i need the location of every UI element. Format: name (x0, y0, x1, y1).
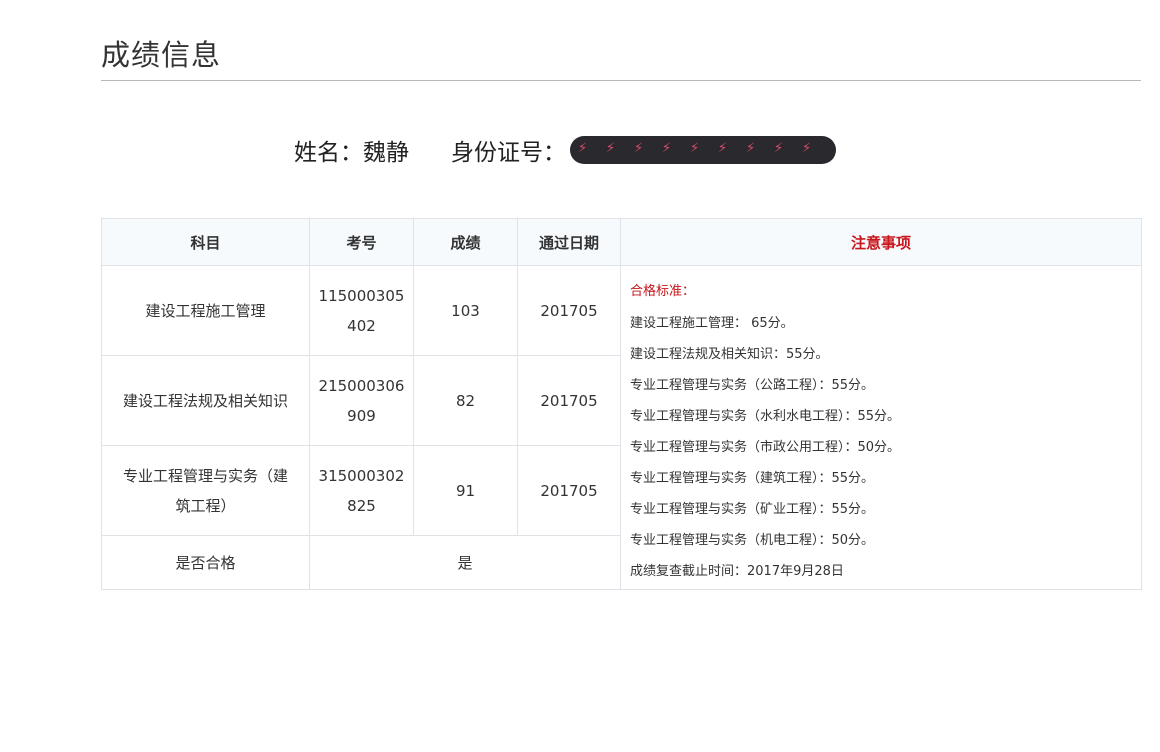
exam-number-part: 825 (347, 496, 376, 515)
id-number-redaction: ⚡ ⚡ ⚡ ⚡ ⚡ ⚡ ⚡ ⚡ ⚡ (570, 136, 836, 164)
note-line: 专业工程管理与实务（公路工程）：55分。 (630, 378, 875, 393)
pass-status-label: 是否合格 (101, 535, 310, 590)
title-divider (101, 80, 1141, 81)
cell-pass-date: 201705 (517, 265, 621, 356)
exam-number-part: 402 (347, 316, 376, 335)
cell-score: 103 (413, 265, 518, 356)
notice-cell: 合格标准： 建设工程施工管理： 65分。 建设工程法规及相关知识：55分。 专业… (620, 265, 1142, 590)
note-line: 专业工程管理与实务（水利水电工程）：55分。 (630, 409, 901, 424)
exam-number-part: 115000305 (318, 286, 405, 305)
cell-pass-date: 201705 (517, 445, 621, 536)
cell-exam-number: 315000302 825 (309, 445, 414, 536)
table-header-row: 科目 考号 成绩 通过日期 注意事项 (101, 218, 1142, 266)
header-notice: 注意事项 (620, 218, 1142, 266)
cell-exam-number: 215000306 909 (309, 355, 414, 446)
pass-standard-title: 合格标准： (630, 284, 696, 299)
header-score: 成绩 (413, 218, 518, 266)
score-info-page: 成绩信息 姓名： 魏静 身份证号： ⚡ ⚡ ⚡ ⚡ ⚡ ⚡ ⚡ ⚡ ⚡ 科目 考号 成绩 通过日… (0, 0, 1160, 752)
identity-line: 姓名： 魏静 身份证号： ⚡ ⚡ ⚡ ⚡ ⚡ ⚡ ⚡ ⚡ ⚡ (0, 130, 1160, 170)
page-title: 成绩信息 (101, 38, 222, 72)
cell-pass-date: 201705 (517, 355, 621, 446)
review-deadline: 成绩复查截止时间：2017年9月28日 (630, 564, 844, 579)
table-row: 建设工程施工管理 115000305 402 103 201705 合格标准： 建… (101, 265, 1142, 590)
cell-subject: 建设工程法规及相关知识 (101, 355, 310, 446)
note-line: 专业工程管理与实务（市政公用工程）：50分。 (630, 440, 901, 455)
cell-subject: 建设工程施工管理 (101, 265, 310, 356)
note-line: 建设工程法规及相关知识：55分。 (630, 347, 829, 362)
note-line: 专业工程管理与实务（矿业工程）：55分。 (630, 502, 875, 517)
cell-exam-number: 115000305 402 (309, 265, 414, 356)
id-number-label: 身份证号： (451, 140, 566, 166)
cell-score: 91 (413, 445, 518, 536)
note-line: 建设工程施工管理： 65分。 (630, 316, 794, 331)
note-line: 专业工程管理与实务（建筑工程）：55分。 (630, 471, 875, 486)
note-line: 专业工程管理与实务（机电工程）：50分。 (630, 533, 875, 548)
subject-part: 专业工程管理与实务（建 (122, 466, 288, 485)
subject-part: 筑工程） (175, 496, 236, 515)
exam-number-part: 315000302 (318, 466, 405, 485)
exam-number-part: 215000306 (318, 376, 405, 395)
pass-status-value: 是 (309, 535, 621, 590)
name-label: 姓名： (294, 140, 363, 166)
exam-number-part: 909 (347, 406, 376, 425)
cell-score: 82 (413, 355, 518, 446)
header-exam-number: 考号 (309, 218, 414, 266)
name-value: 魏静 (363, 140, 409, 166)
header-pass-date: 通过日期 (517, 218, 621, 266)
score-table: 科目 考号 成绩 通过日期 注意事项 建设工程施工管理 115000305 402… (101, 218, 1142, 590)
header-subject: 科目 (101, 218, 310, 266)
cell-subject: 专业工程管理与实务（建 筑工程） (101, 445, 310, 536)
